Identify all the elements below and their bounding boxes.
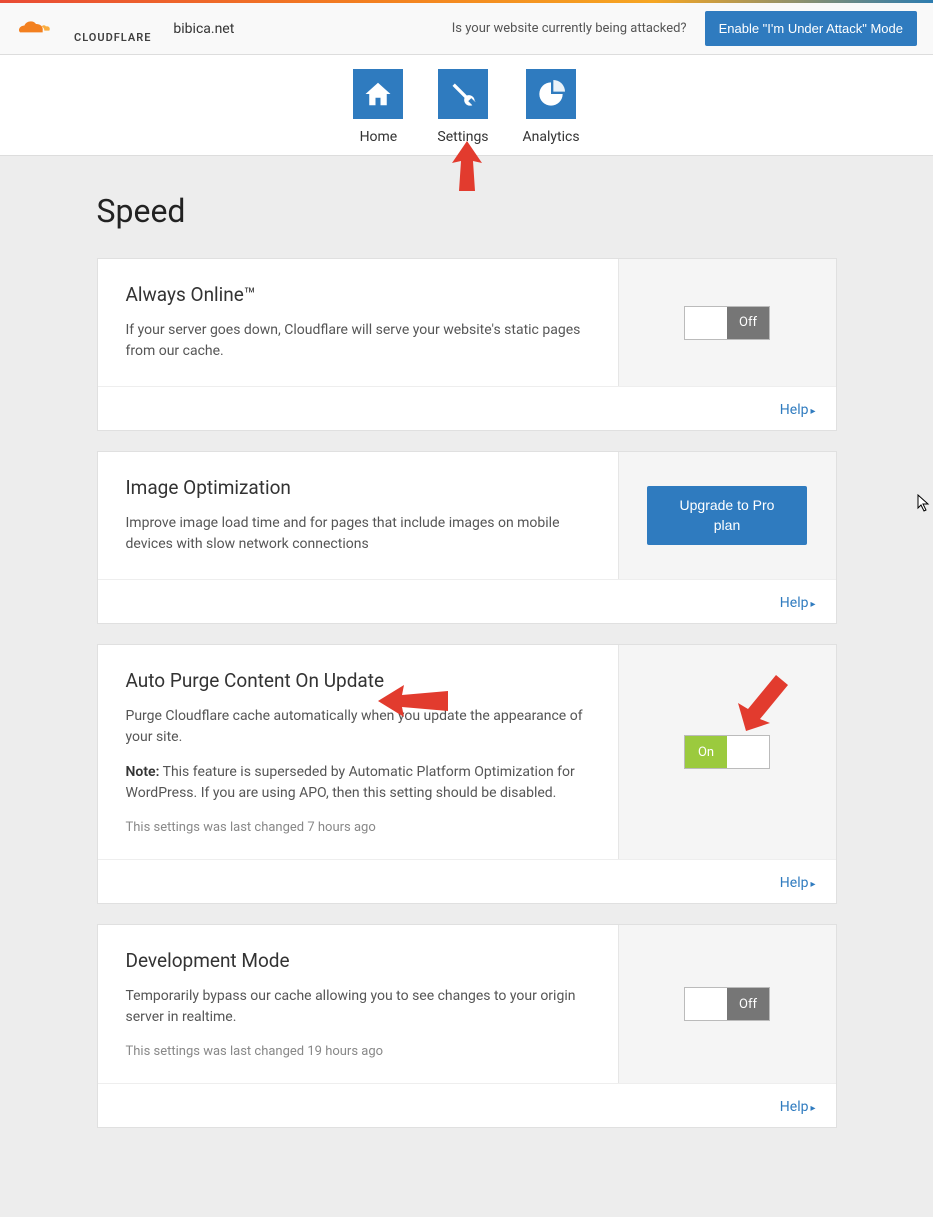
attack-question-text: Is your website currently being attacked… [452,21,687,36]
brand-text: CLOUDFLARE [74,31,151,44]
help-link-image-opt[interactable]: Help▸ [780,595,816,611]
card-meta-dev-mode: This settings was last changed 19 hours … [126,1044,590,1059]
nav-label-analytics: Analytics [523,129,580,145]
caret-right-icon: ▸ [810,1103,815,1114]
caret-right-icon: ▸ [810,599,815,610]
help-link-dev-mode[interactable]: Help▸ [780,1099,816,1115]
card-desc-auto-purge: Purge Cloudflare cache automatically whe… [126,706,590,748]
domain-name: bibica.net [173,21,234,37]
toggle-off-label: Off [727,988,769,1020]
card-image-optimization: Image Optimization Improve image load ti… [97,451,837,624]
toggle-auto-purge[interactable]: On [684,735,770,769]
card-always-online: Always Online™ If your server goes down,… [97,258,837,431]
header-bar: CLOUDFLARE bibica.net Is your website cu… [0,3,933,55]
card-title-always-online: Always Online™ [126,283,590,306]
card-desc-image-opt: Improve image load time and for pages th… [126,513,590,555]
card-title-image-opt: Image Optimization [126,476,590,499]
card-dev-mode: Development Mode Temporarily bypass our … [97,924,837,1128]
pie-chart-icon [526,69,576,119]
card-title-dev-mode: Development Mode [126,949,590,972]
cursor-icon [917,494,931,512]
card-desc-always-online: If your server goes down, Cloudflare wil… [126,320,590,362]
nav-label-settings: Settings [437,129,488,145]
under-attack-button[interactable]: Enable "I'm Under Attack" Mode [705,11,917,46]
card-meta-auto-purge: This settings was last changed 7 hours a… [126,820,590,835]
upgrade-pro-button[interactable]: Upgrade to Pro plan [647,486,807,545]
toggle-dev-mode[interactable]: Off [684,987,770,1021]
card-note-auto-purge: Note: This feature is superseded by Auto… [126,762,590,804]
toggle-off-label: Off [727,307,769,339]
card-auto-purge: Auto Purge Content On Update Purge Cloud… [97,644,837,904]
toggle-on-label: On [685,736,727,768]
help-link-auto-purge[interactable]: Help▸ [780,875,816,891]
nav-bar: Home Settings Analytics [0,55,933,156]
nav-item-analytics[interactable]: Analytics [523,69,580,145]
nav-item-settings[interactable]: Settings [437,69,488,145]
page-content: Speed Always Online™ If your server goes… [97,156,837,1188]
home-icon [353,69,403,119]
caret-right-icon: ▸ [810,879,815,890]
help-link-always-online[interactable]: Help▸ [780,402,816,418]
card-desc-dev-mode: Temporarily bypass our cache allowing yo… [126,986,590,1028]
nav-label-home: Home [360,129,398,145]
wrench-icon [438,69,488,119]
card-title-auto-purge: Auto Purge Content On Update [126,669,590,692]
caret-right-icon: ▸ [810,406,815,417]
logo-wrap: CLOUDFLARE [16,15,199,43]
toggle-always-online[interactable]: Off [684,306,770,340]
page-title: Speed [97,192,837,230]
nav-item-home[interactable]: Home [353,69,403,145]
